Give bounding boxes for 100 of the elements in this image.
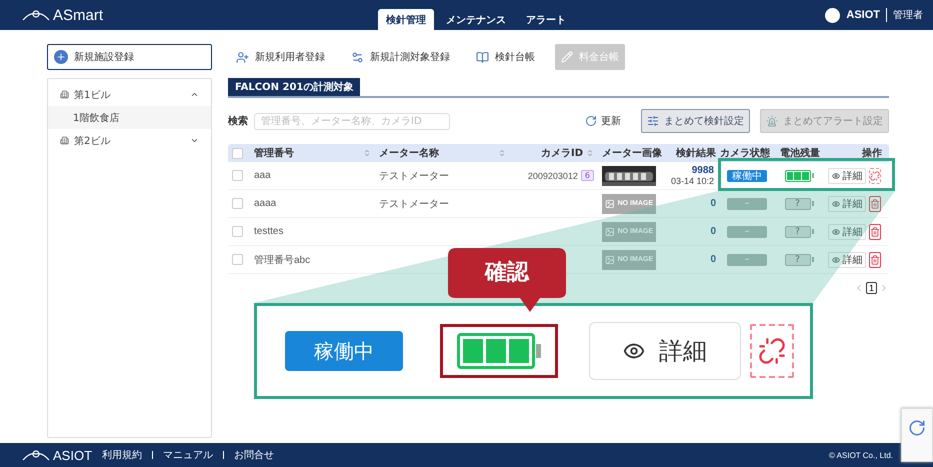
recaptcha-badge[interactable] <box>901 408 933 462</box>
book-icon <box>476 50 489 64</box>
search-label: 検索 <box>228 114 248 128</box>
footer-link[interactable]: マニュアル <box>163 448 214 462</box>
broken-link-icon <box>758 337 786 365</box>
building-icon <box>60 136 69 145</box>
toolbar-button[interactable]: 新規施設登録 <box>47 44 212 70</box>
logo-icon <box>22 9 50 21</box>
pencil-icon <box>561 51 573 63</box>
footer-logo: ASIOT <box>53 448 92 462</box>
page-button[interactable]: 1 <box>866 282 877 294</box>
avatar[interactable] <box>825 8 840 22</box>
checkbox[interactable] <box>232 226 243 237</box>
checkbox[interactable] <box>232 148 243 158</box>
table-cell: aaaa <box>254 198 276 209</box>
user-role: 管理者 <box>893 8 923 22</box>
column-header: カメラ状態 <box>720 146 770 160</box>
trash-icon <box>870 198 880 208</box>
column-header: カメラID <box>540 147 583 160</box>
toolbar-button[interactable]: 新規計測対象登録 <box>345 44 456 70</box>
tree-item-label: 第2ビル <box>74 134 112 148</box>
table-cell: aaa <box>254 170 271 181</box>
sort-icon[interactable] <box>363 149 371 157</box>
nav-tab[interactable]: メンテナンス <box>438 9 514 30</box>
broken-link-icon <box>870 170 880 180</box>
user-name: ASIOT <box>846 9 880 21</box>
battery-unknown: ? <box>784 254 814 266</box>
alarm-light-icon <box>766 115 778 127</box>
camera-badge: 6 <box>580 170 594 181</box>
callout-bubble: 確認 <box>448 248 566 312</box>
status-badge: 稼働中 <box>284 331 403 371</box>
detail-button[interactable]: 詳細 <box>828 196 866 212</box>
user-add-icon <box>236 50 249 64</box>
column-header: 検針結果 <box>676 146 716 160</box>
unlink-button[interactable] <box>750 324 794 378</box>
detail-button[interactable]: 詳細 <box>828 168 866 184</box>
eye-icon <box>832 256 840 264</box>
app-logo: ASmart <box>53 6 104 24</box>
eye-icon <box>832 228 840 236</box>
table-cell-text: テストメーター <box>379 198 449 210</box>
sort-icon[interactable] <box>498 149 506 157</box>
detail-button[interactable]: 詳細 <box>828 224 866 240</box>
eye-icon <box>832 172 840 180</box>
nav-tab[interactable]: 検針管理 <box>378 9 434 30</box>
status-badge: – <box>727 226 767 238</box>
camera-id: 2009203012 <box>528 170 578 180</box>
delete-button[interactable] <box>869 196 881 212</box>
reading-time: 03-14 10:2 <box>670 176 714 186</box>
logo-icon <box>22 449 50 461</box>
refresh-icon[interactable] <box>585 115 597 127</box>
reading-value: 0 <box>710 226 716 237</box>
battery-terminal <box>536 344 542 358</box>
table-cell-text: 管理番号abc <box>254 254 310 266</box>
column-header: 電池残量 <box>780 146 820 160</box>
trash-icon <box>870 254 880 264</box>
search-field[interactable]: 管理番号、メーター名称、カメラID <box>254 112 450 130</box>
unlink-button[interactable] <box>869 168 881 184</box>
nav-tab[interactable]: アラート <box>518 9 574 30</box>
detail-button[interactable]: 詳細 <box>588 322 741 380</box>
checkbox[interactable] <box>232 254 243 265</box>
column-header: 操作 <box>862 146 882 160</box>
building-icon <box>60 90 69 99</box>
footer-link[interactable]: 利用規約 <box>102 448 142 462</box>
reading-value: 0 <box>710 254 716 265</box>
image-icon <box>605 254 615 266</box>
delete-button[interactable] <box>869 252 881 268</box>
checkbox[interactable] <box>232 170 243 181</box>
checkbox[interactable] <box>232 198 243 209</box>
status-badge: – <box>727 198 767 210</box>
table-cell: testtes <box>254 226 284 237</box>
chevron-up-icon[interactable] <box>190 90 199 99</box>
refresh-link[interactable]: 更新 <box>601 114 621 128</box>
toolbar-button[interactable]: 検針台帳 <box>470 44 541 70</box>
chevron-down-icon[interactable] <box>190 136 199 145</box>
tree-item-label: 第1ビル <box>74 88 112 102</box>
tree-child-item[interactable]: 1階飲食店 <box>48 106 211 129</box>
sliders-icon <box>647 115 659 127</box>
image-icon <box>605 226 615 238</box>
sort-icon[interactable] <box>586 149 594 157</box>
bulk-action-button[interactable]: まとめて検針設定 <box>641 109 750 133</box>
reading-value: 0 <box>710 198 716 209</box>
image-icon <box>605 198 615 210</box>
table-cell-text: テストメーター <box>379 170 449 182</box>
delete-button[interactable] <box>869 224 881 240</box>
column-header: メーター画像 <box>602 146 662 160</box>
battery-unknown: ? <box>784 226 814 238</box>
plus-icon <box>54 50 68 64</box>
status-badge: – <box>727 254 767 266</box>
panel-tab[interactable]: FALCON 201の計測対象 <box>228 78 360 96</box>
eye-icon <box>832 200 840 208</box>
detail-button[interactable]: 詳細 <box>828 252 866 268</box>
toolbar-button[interactable]: 新規利用者登録 <box>230 44 331 70</box>
recaptcha-icon <box>908 419 926 437</box>
column-header: メーター名称 <box>379 146 439 160</box>
column-header: 管理番号 <box>254 146 294 160</box>
footer-link[interactable]: お問合せ <box>234 448 274 462</box>
copyright: © ASIOT Co., Ltd. <box>829 450 893 460</box>
battery-unknown: ? <box>784 198 814 210</box>
status-badge: 稼働中 <box>727 170 767 182</box>
trash-icon <box>870 226 880 236</box>
